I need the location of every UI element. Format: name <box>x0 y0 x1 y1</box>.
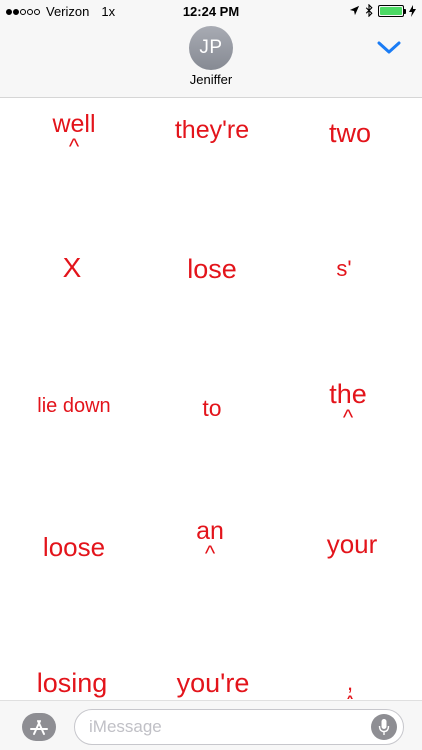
sticker-your[interactable]: your <box>282 529 422 559</box>
sticker-well[interactable]: well ^ <box>4 111 144 160</box>
sticker-an[interactable]: an ^ <box>140 518 280 567</box>
battery-icon <box>378 4 406 17</box>
contact-avatar[interactable]: JP <box>189 26 233 70</box>
conversation-header: JP Jeniffer <box>0 24 422 98</box>
sticker-text: two <box>328 118 372 148</box>
sticker-caret: ^ <box>204 541 216 567</box>
sticker-lose[interactable]: lose <box>142 255 282 283</box>
sticker-text: lie down <box>37 395 111 417</box>
sticker-x[interactable]: X <box>2 253 142 282</box>
sticker-theyre[interactable]: they're <box>142 117 282 143</box>
sticker-grid: well ^ they're two X lose s' lie down to… <box>0 99 422 699</box>
sticker-text: s' <box>336 256 352 281</box>
status-bar: Verizon 1x 12:24 PM <box>0 0 422 24</box>
sticker-text: X <box>62 252 82 283</box>
sticker-text: they're <box>174 116 250 144</box>
sticker-caret: ^ <box>68 134 80 160</box>
location-arrow-icon <box>349 5 360 16</box>
sticker-loose[interactable]: loose <box>4 532 144 562</box>
sticker-text: losing <box>36 668 108 698</box>
contact-name[interactable]: Jeniffer <box>0 72 422 87</box>
charging-bolt-icon <box>409 4 416 17</box>
microphone-button[interactable] <box>371 714 397 740</box>
sticker-caret: ^ <box>280 693 420 699</box>
app-store-button[interactable] <box>22 713 56 741</box>
sticker-to[interactable]: to <box>142 396 282 420</box>
sticker-text: lose <box>187 254 237 284</box>
sticker-text: loose <box>42 532 106 562</box>
bluetooth-icon <box>365 4 373 17</box>
sticker-caret: ^ <box>342 405 354 431</box>
sticker-s-apostrophe[interactable]: s' <box>274 257 414 280</box>
sticker-two[interactable]: two <box>280 119 420 147</box>
sticker-the[interactable]: the ^ <box>278 380 418 431</box>
app-store-icon <box>30 720 48 735</box>
sticker-text: to <box>202 395 222 421</box>
composer-bar <box>0 700 422 750</box>
status-icons <box>349 4 416 17</box>
sticker-lie-down[interactable]: lie down <box>4 396 144 417</box>
chevron-down-icon[interactable] <box>376 38 402 58</box>
sticker-text: you're <box>176 668 250 698</box>
sticker-comma[interactable]: , ^ <box>280 671 420 699</box>
sticker-text: your <box>326 529 378 559</box>
message-input[interactable] <box>89 717 349 737</box>
message-input-field[interactable] <box>74 709 404 745</box>
sticker-youre[interactable]: you're <box>143 669 283 697</box>
sticker-losing[interactable]: losing <box>2 669 142 697</box>
microphone-icon <box>378 719 390 735</box>
